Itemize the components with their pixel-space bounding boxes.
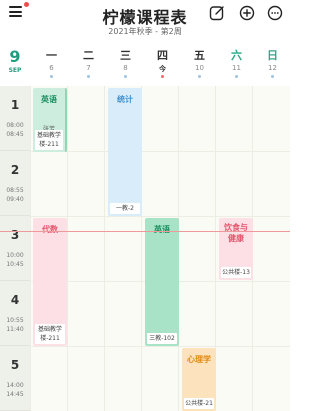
period-1: 1 08:00 08:45 bbox=[0, 86, 30, 151]
course-room: 基础教学楼-211 bbox=[35, 130, 63, 150]
period-5: 5 14:00 14:45 bbox=[0, 346, 30, 411]
current-time-line bbox=[0, 231, 290, 232]
period-end: 08:45 bbox=[6, 131, 24, 138]
course-name: 饮食与健康 bbox=[224, 223, 248, 243]
day-header-sat[interactable]: 六 11 bbox=[218, 44, 255, 86]
row-divider bbox=[30, 216, 290, 217]
course-name: 统计 bbox=[117, 95, 133, 104]
edit-icon[interactable] bbox=[209, 5, 225, 21]
period-time: 10:55 11:40 bbox=[0, 316, 30, 334]
period-4: 4 10:55 11:40 bbox=[0, 281, 30, 346]
period-start: 08:00 bbox=[6, 122, 24, 129]
day-dot bbox=[124, 75, 127, 78]
course-statistics-wed[interactable]: 统计 一教-2 bbox=[108, 88, 142, 216]
more-icon[interactable] bbox=[267, 5, 283, 21]
month-label: SEP bbox=[8, 67, 22, 74]
day-header-sun[interactable]: 日 12 bbox=[254, 44, 291, 86]
period-number: 4 bbox=[10, 293, 20, 307]
period-start: 10:00 bbox=[6, 252, 24, 259]
period-time: 14:00 14:45 bbox=[0, 381, 30, 399]
row-divider bbox=[30, 151, 290, 152]
day-dot bbox=[87, 75, 90, 78]
day-date-today: 今 bbox=[159, 65, 166, 73]
course-name: 代数 bbox=[42, 225, 58, 234]
course-name: 英语 bbox=[41, 95, 57, 104]
period-start: 10:55 bbox=[6, 317, 24, 324]
period-number: 2 bbox=[10, 163, 20, 177]
course-name: 英语 bbox=[154, 225, 170, 234]
day-date: 7 bbox=[86, 64, 91, 72]
month-indicator: 9 SEP bbox=[0, 44, 30, 86]
day-name: 日 bbox=[267, 49, 278, 62]
semester-week-label: 2021年秋季 - 第2周 bbox=[108, 27, 182, 36]
day-date: 8 bbox=[123, 64, 128, 72]
period-time: 10:00 10:45 bbox=[0, 251, 30, 269]
course-english-thu[interactable]: 英语 三教-102 bbox=[145, 218, 179, 346]
period-end: 09:40 bbox=[6, 196, 24, 203]
day-name: 六 bbox=[231, 49, 242, 62]
period-time: 08:55 09:40 bbox=[0, 186, 30, 204]
day-date: 6 bbox=[49, 64, 54, 72]
day-date: 12 bbox=[268, 64, 277, 72]
period-end: 14:45 bbox=[6, 391, 24, 398]
row-divider bbox=[30, 346, 290, 347]
app-header: 柠檬课程表 2021年秋季 - 第2周 bbox=[0, 0, 290, 44]
add-icon[interactable] bbox=[239, 5, 255, 21]
course-name: 心理学 bbox=[187, 355, 211, 364]
period-number: 1 bbox=[10, 98, 20, 112]
period-end: 10:45 bbox=[6, 261, 24, 268]
course-diet-health-sat[interactable]: 饮食与健康 公共楼-13 bbox=[219, 218, 253, 280]
period-time: 08:00 08:45 bbox=[0, 121, 30, 139]
period-start: 14:00 bbox=[6, 382, 24, 389]
period-start: 08:55 bbox=[6, 187, 24, 194]
today-dot bbox=[161, 75, 164, 78]
course-room: 基础教学楼-211 bbox=[35, 324, 65, 344]
timetable-grid[interactable]: 1 08:00 08:45 2 08:55 09:40 3 10:00 10:4… bbox=[0, 86, 290, 411]
day-header-wed[interactable]: 三 8 bbox=[107, 44, 144, 86]
day-dot bbox=[235, 75, 238, 78]
course-room: 三教-102 bbox=[147, 333, 177, 344]
day-name: 五 bbox=[194, 49, 205, 62]
day-date: 10 bbox=[195, 64, 204, 72]
course-room: 公共楼-13 bbox=[221, 267, 251, 278]
day-dot bbox=[198, 75, 201, 78]
course-room: 公共楼-21 bbox=[184, 398, 214, 409]
column-sun bbox=[252, 86, 290, 411]
month-number: 9 bbox=[9, 47, 21, 66]
day-header-tue[interactable]: 二 7 bbox=[70, 44, 107, 86]
day-header-fri[interactable]: 五 10 bbox=[181, 44, 218, 86]
day-name: 四 bbox=[157, 49, 168, 62]
day-name: 一 bbox=[46, 49, 57, 62]
day-name: 三 bbox=[120, 49, 131, 62]
day-dot bbox=[50, 75, 53, 78]
period-number: 5 bbox=[10, 358, 20, 372]
day-dot bbox=[271, 75, 274, 78]
period-2: 2 08:55 09:40 bbox=[0, 151, 30, 216]
period-3: 3 10:00 10:45 bbox=[0, 216, 30, 281]
day-header-thu[interactable]: 四 今 bbox=[144, 44, 181, 86]
column-tue bbox=[67, 86, 104, 411]
period-end: 11:40 bbox=[6, 326, 24, 333]
course-room: 一教-2 bbox=[110, 203, 140, 214]
day-header-mon[interactable]: 一 6 bbox=[33, 44, 70, 86]
weekday-header: 9 SEP 一 6 二 7 三 8 四 今 五 10 六 11 日 12 bbox=[0, 44, 290, 86]
day-name: 二 bbox=[83, 49, 94, 62]
course-psychology-fri[interactable]: 心理学 公共楼-21 bbox=[182, 348, 216, 411]
course-english-mon[interactable]: 英语 张芳 基础教学楼-211 bbox=[33, 88, 67, 152]
day-date: 11 bbox=[232, 64, 241, 72]
course-algebra-mon[interactable]: 代数 基础教学楼-211 bbox=[33, 218, 67, 346]
